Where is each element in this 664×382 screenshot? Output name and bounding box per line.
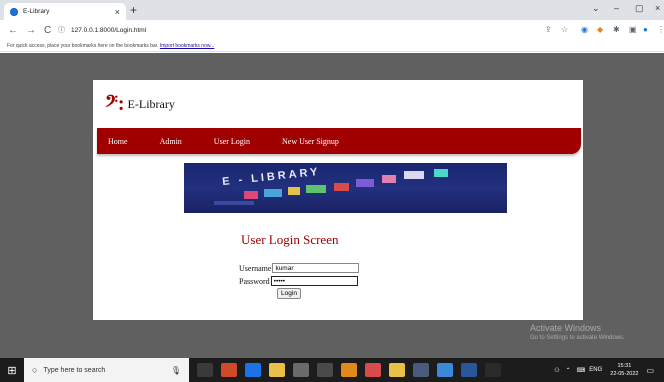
site-name: E-Library: [127, 97, 175, 111]
app-icon[interactable]: [437, 363, 453, 377]
book-icon: [334, 183, 349, 191]
menu-icon[interactable]: ⋮: [657, 25, 664, 34]
store-icon[interactable]: [317, 363, 333, 377]
book-icon: [356, 179, 374, 187]
bookmarks-bar: For quick access, place your bookmarks h…: [0, 40, 664, 52]
bass-clef-logo-icon: 𝄢:: [105, 93, 125, 115]
browser-tab[interactable]: E-Library ×: [4, 3, 126, 20]
file-explorer-icon[interactable]: [269, 363, 285, 377]
sidepanel-icon[interactable]: ▣: [629, 25, 637, 34]
book-icon: [404, 171, 424, 179]
extensions-puzzle-icon[interactable]: ✱: [613, 25, 620, 34]
username-row: Username: [239, 263, 360, 273]
extension-shield-icon[interactable]: ◉: [581, 25, 588, 34]
app-icon[interactable]: [293, 363, 309, 377]
book-icon: [288, 187, 300, 195]
minimize-button[interactable]: –: [614, 3, 619, 13]
tab-strip: E-Library × + ⌄ – ▢ ×: [0, 0, 664, 20]
library-banner-image: E - LIBRARY: [184, 163, 507, 213]
app-icon[interactable]: [413, 363, 429, 377]
maximize-button[interactable]: ▢: [635, 3, 644, 14]
microphone-icon[interactable]: 🎙: [171, 366, 181, 375]
page-viewport: 𝄢: E-Library Home Admin User Login New U…: [0, 53, 664, 358]
book-icon: [382, 175, 396, 183]
taskbar-clock[interactable]: 15:31 22-05-2022: [610, 362, 638, 378]
username-input[interactable]: [272, 263, 360, 273]
search-placeholder: Type here to search: [43, 366, 106, 374]
task-view-icon[interactable]: [197, 363, 213, 377]
address-bar[interactable]: ⓘ 127.0.0.1:8000/Login.html: [58, 23, 530, 37]
favicon-icon: [10, 7, 18, 16]
edge-icon[interactable]: [245, 363, 261, 377]
extension-fox-icon[interactable]: ◆: [597, 25, 603, 34]
book-icon: [434, 169, 448, 177]
watermark-title: Activate Windows: [530, 323, 602, 333]
password-label: Password: [239, 276, 270, 286]
system-tray: ⚇ ⌃ ⌨ ENG 15:31 22-05-2022 ▭: [554, 358, 654, 382]
close-window-button[interactable]: ×: [655, 3, 660, 13]
watermark-subtitle: Go to Settings to activate Windows.: [530, 335, 625, 341]
book-icon: [306, 185, 326, 193]
terminal-icon[interactable]: [485, 363, 501, 377]
content-panel: 𝄢: E-Library Home Admin User Login New U…: [93, 80, 583, 320]
tab-search-icon[interactable]: ⌄: [592, 3, 600, 14]
forward-icon[interactable]: →: [26, 25, 36, 36]
bookmarks-hint: For quick access, place your bookmarks h…: [7, 43, 159, 49]
new-tab-button[interactable]: +: [130, 3, 137, 17]
close-tab-icon[interactable]: ×: [115, 7, 120, 17]
book-icon: [264, 189, 282, 197]
bookmark-star-icon[interactable]: ☆: [561, 25, 568, 34]
nav-user-login[interactable]: User Login: [214, 137, 250, 146]
reload-icon[interactable]: C: [44, 25, 51, 36]
password-input[interactable]: [270, 276, 358, 286]
word-icon[interactable]: [461, 363, 477, 377]
notification-icon[interactable]: ▭: [646, 366, 654, 375]
password-row: Password: [239, 276, 358, 286]
nav-new-user-signup[interactable]: New User Signup: [282, 137, 339, 146]
back-icon[interactable]: ←: [8, 25, 18, 36]
windows-taskbar: ⊞ ○ Type here to search 🎙 ⚇ ⌃ ⌨ ENG 15:3…: [0, 358, 664, 382]
taskbar-search[interactable]: ○ Type here to search 🎙: [24, 358, 189, 382]
site-logo[interactable]: 𝄢: E-Library: [105, 93, 175, 116]
nav-home[interactable]: Home: [108, 137, 128, 146]
clock-time: 15:31: [617, 363, 632, 369]
chevron-up-icon[interactable]: ⌃: [566, 367, 571, 374]
login-button[interactable]: Login: [277, 288, 301, 299]
share-icon[interactable]: ⇪: [545, 25, 552, 34]
people-icon[interactable]: ⚇: [554, 367, 559, 374]
info-icon[interactable]: ⓘ: [58, 25, 65, 35]
url-text[interactable]: 127.0.0.1:8000/Login.html: [71, 27, 146, 34]
app-icon[interactable]: [221, 363, 237, 377]
nav-admin[interactable]: Admin: [160, 137, 182, 146]
main-navbar: Home Admin User Login New User Signup: [97, 128, 581, 154]
start-button[interactable]: ⊞: [0, 358, 24, 382]
firefox-icon[interactable]: [341, 363, 357, 377]
network-icon[interactable]: ⌨: [577, 367, 586, 374]
search-icon: ○: [32, 365, 38, 375]
chrome-icon[interactable]: [365, 363, 381, 377]
folder-icon[interactable]: [389, 363, 405, 377]
profile-icon[interactable]: ●: [643, 25, 648, 34]
username-label: Username: [239, 263, 272, 273]
book-icon: [244, 191, 258, 199]
tab-title: E-Library: [23, 8, 50, 15]
browser-toolbar: ← → C ⓘ 127.0.0.1:8000/Login.html ⇪ ☆ ◉ …: [0, 20, 664, 40]
activation-watermark: Activate Windows Go to Settings to activ…: [530, 323, 625, 341]
import-bookmarks-link[interactable]: Import bookmarks now...: [160, 43, 214, 49]
clock-date: 22-05-2022: [610, 371, 639, 377]
shelf-icon: [214, 201, 254, 205]
login-title: User Login Screen: [241, 232, 339, 247]
language-indicator[interactable]: ENG: [589, 367, 602, 373]
